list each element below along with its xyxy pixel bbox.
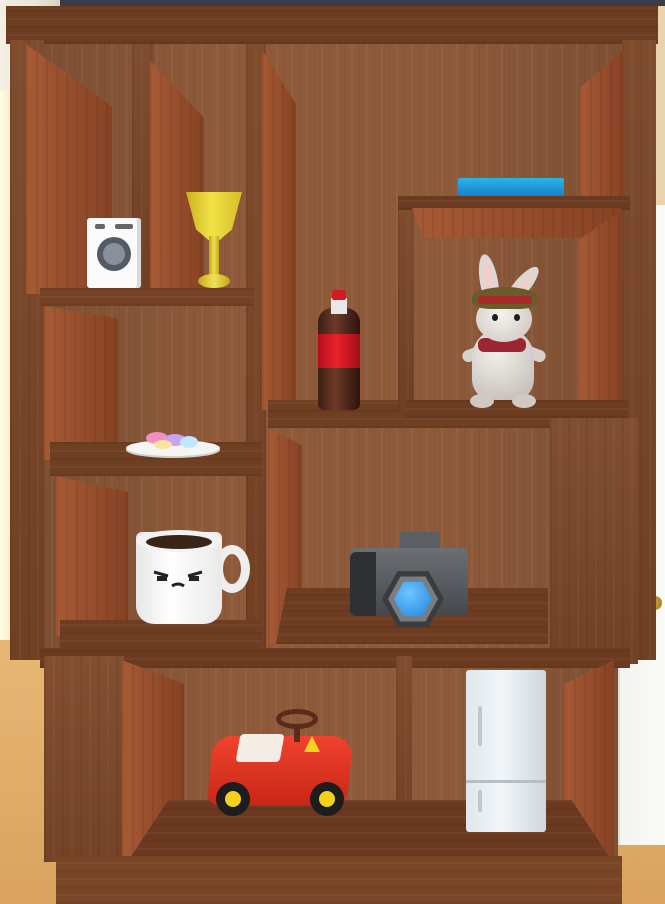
bookcase-top xyxy=(6,6,658,44)
blue-tray[interactable] xyxy=(458,178,564,196)
goblet-base xyxy=(198,274,230,288)
washer-panel xyxy=(115,224,133,229)
lower-left-inner-wall xyxy=(56,476,128,636)
bunny-eye-right xyxy=(514,314,520,321)
center-inner-wall xyxy=(262,50,296,410)
car-seat xyxy=(235,734,285,762)
washing-machine-toy[interactable] xyxy=(87,218,141,288)
game-scene xyxy=(0,0,665,904)
fridge-door-split xyxy=(466,780,546,783)
car-wheel-front xyxy=(216,782,250,816)
goblet-stem xyxy=(209,236,219,276)
washer-button xyxy=(95,224,105,229)
macaron-blue xyxy=(180,436,198,448)
mug-face-icon xyxy=(153,570,203,588)
bunny-foot-left xyxy=(470,394,494,408)
box-top xyxy=(398,196,630,210)
bunny-eye-left xyxy=(492,314,498,321)
car-wheel-back xyxy=(310,782,344,816)
bottom-left-side xyxy=(44,656,124,862)
shelf-lower-left xyxy=(60,620,262,650)
macaron-yellow xyxy=(154,440,172,449)
fridge-handle-top xyxy=(478,706,482,746)
bottle-label xyxy=(318,334,360,368)
bunny-hat-band xyxy=(478,296,532,304)
mug-coffee xyxy=(146,535,212,549)
right-block xyxy=(550,418,638,664)
washer-door-glass xyxy=(103,243,125,265)
car-steering-wheel xyxy=(276,709,318,729)
middle-left-inner-wall xyxy=(44,306,118,460)
bottle-cap xyxy=(332,290,346,300)
shelf-top-left xyxy=(40,288,254,306)
fridge-handle-bottom xyxy=(478,790,482,812)
bunny-foot-right xyxy=(512,394,536,408)
box-right-inner xyxy=(578,210,622,412)
box-left-wall xyxy=(398,198,414,414)
camera-grip xyxy=(350,552,376,616)
bottle-neck xyxy=(331,298,347,314)
bookcase-base xyxy=(56,856,622,904)
